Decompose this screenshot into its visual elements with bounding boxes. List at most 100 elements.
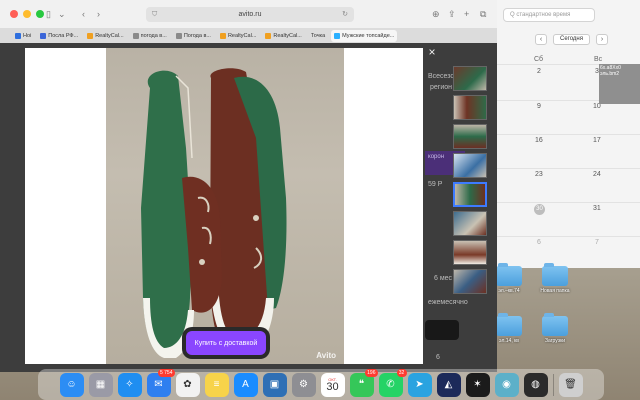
finder-icon: ☺ bbox=[66, 379, 77, 390]
desktop-folder[interactable]: Загрузки bbox=[530, 313, 580, 344]
bg-text: 6 мес bbox=[434, 275, 453, 282]
browser-tab[interactable]: RealtyCal... bbox=[217, 30, 259, 42]
calendar-search-field[interactable]: Q стандартное время bbox=[503, 8, 595, 22]
sidebar-icon[interactable]: ▯ bbox=[46, 9, 51, 19]
reload-icon[interactable]: ↻ bbox=[342, 7, 348, 22]
thumbnail[interactable] bbox=[453, 211, 487, 236]
app-16-icon: ◉ bbox=[502, 379, 511, 390]
notification-badge: 196 bbox=[365, 368, 378, 377]
calendar-day[interactable]: 24 bbox=[593, 171, 601, 178]
privacy-shield-icon: ⛉ bbox=[152, 11, 158, 18]
appstore-app[interactable]: A bbox=[233, 372, 258, 397]
tab-favicon bbox=[219, 32, 226, 39]
photos-app[interactable]: ✿ bbox=[175, 372, 200, 397]
close-window-button[interactable] bbox=[10, 10, 18, 18]
calendar-day[interactable]: 2 bbox=[537, 68, 541, 75]
calendar-day[interactable]: 23 bbox=[535, 171, 543, 178]
thumbnail[interactable] bbox=[453, 95, 487, 120]
thumbnail[interactable] bbox=[453, 240, 487, 265]
calendar-today-button[interactable]: Сегодня bbox=[553, 34, 590, 45]
photos-icon: ✿ bbox=[183, 379, 192, 390]
tab-overview-icon[interactable]: ⧉ bbox=[480, 9, 486, 19]
calendar-day[interactable]: 10 bbox=[593, 103, 601, 110]
app-14-icon: ◭ bbox=[444, 379, 453, 390]
folder-icon bbox=[542, 263, 568, 286]
bg-dark-button bbox=[425, 320, 459, 340]
minimize-window-button[interactable] bbox=[23, 10, 31, 18]
calendar-event[interactable]: 6x.a8Xx0 эль.bm2 bbox=[599, 64, 640, 104]
notes-app[interactable]: ≡ bbox=[204, 372, 229, 397]
browser-tab[interactable]: погода в... bbox=[130, 30, 170, 42]
bg-text: 6 bbox=[436, 354, 440, 361]
trash-icon: 🗑 bbox=[564, 379, 577, 390]
mail-app[interactable]: ✉ 5 754 bbox=[146, 368, 175, 397]
tab-favicon bbox=[334, 32, 341, 39]
tab-favicon bbox=[132, 32, 139, 39]
calendar-next-button[interactable]: › bbox=[596, 34, 608, 45]
trash-app[interactable]: 🗑 bbox=[558, 372, 583, 397]
share-icon[interactable]: ⇪ bbox=[448, 9, 456, 19]
browser-toolbar: ▯ ⌄ ‹ › ⛉ avito.ru ↻ ⊕ ⇪ + ⧉ bbox=[0, 0, 497, 28]
thumbnail[interactable] bbox=[453, 124, 487, 149]
browser-tab[interactable]: Точка bbox=[308, 30, 328, 42]
app-17-icon: ◍ bbox=[531, 379, 540, 390]
messages-app[interactable]: ❝ 196 bbox=[349, 368, 378, 397]
browser-tab[interactable]: Погода в... bbox=[173, 30, 214, 42]
calendar-day[interactable]: 9 bbox=[537, 103, 541, 110]
remote-app[interactable]: ▣ bbox=[262, 372, 287, 397]
calendar-prev-button[interactable]: ‹ bbox=[535, 34, 547, 45]
browser-tab[interactable]: Ноі bbox=[12, 30, 34, 42]
calendar-app[interactable]: ОКТ. 30 bbox=[320, 372, 345, 397]
launchpad-app[interactable]: ▦ bbox=[88, 372, 113, 397]
bg-text: 59 Р bbox=[428, 181, 443, 188]
thumbnail[interactable] bbox=[453, 153, 487, 178]
chevron-down-icon[interactable]: ⌄ bbox=[58, 9, 66, 19]
finder-app[interactable]: ☺ bbox=[59, 372, 84, 397]
app-15[interactable]: ✶ bbox=[465, 372, 490, 397]
new-tab-icon[interactable]: + bbox=[464, 9, 469, 19]
safari-icon: ✧ bbox=[125, 379, 134, 390]
remote-icon: ▣ bbox=[269, 379, 280, 390]
browser-tab[interactable]: RealtyCal... bbox=[84, 30, 126, 42]
calendar-day[interactable]: 16 bbox=[535, 137, 543, 144]
bg-text: ежемесячно bbox=[428, 299, 468, 306]
browser-tab-active[interactable]: Мужские топсайде... bbox=[331, 29, 398, 42]
settings-app[interactable]: ⚙ bbox=[291, 372, 316, 397]
browser-tab[interactable]: RealtyCal... bbox=[262, 30, 304, 42]
zoom-window-button[interactable] bbox=[36, 10, 44, 18]
thumbnail-strip bbox=[453, 66, 489, 298]
calendar-day[interactable]: 17 bbox=[593, 137, 601, 144]
calendar-day-selected[interactable]: 30 bbox=[534, 204, 545, 215]
address-url: avito.ru bbox=[238, 11, 262, 18]
folder-icon bbox=[496, 313, 522, 336]
thumbnail[interactable] bbox=[453, 66, 487, 91]
tab-bar: Ноі Посла РФ... RealtyCal... погода в...… bbox=[0, 28, 497, 43]
whatsapp-app[interactable]: ✆ 32 bbox=[378, 368, 407, 397]
dock: ☺ ▦ ✧ ✉ 5 754 ✿ ≡ A ▣ ⚙ ОКТ. 30 ❝ 196 ✆ 32 ➤ ◭ ✶ ◉ ◍ 🗑 bbox=[38, 368, 604, 400]
folder-icon bbox=[496, 263, 522, 286]
calendar-col-saturday: Сб bbox=[534, 56, 544, 63]
app-16[interactable]: ◉ bbox=[494, 372, 519, 397]
back-icon[interactable]: ‹ bbox=[82, 9, 85, 19]
telegram-app[interactable]: ➤ bbox=[407, 372, 432, 397]
close-viewer-button[interactable]: × bbox=[426, 46, 438, 58]
forward-icon[interactable]: › bbox=[97, 9, 100, 19]
app-14[interactable]: ◭ bbox=[436, 372, 461, 397]
thumbnail[interactable] bbox=[453, 269, 487, 294]
calendar-day[interactable]: 7 bbox=[595, 239, 599, 246]
messages-icon: ❝ bbox=[358, 379, 365, 390]
whatsapp-icon: ✆ bbox=[386, 379, 395, 390]
calendar-day[interactable]: 31 bbox=[593, 205, 601, 212]
calendar-day[interactable]: 6 bbox=[537, 239, 541, 246]
thumbnail-active[interactable] bbox=[453, 182, 487, 207]
app-17[interactable]: ◍ bbox=[523, 372, 548, 397]
safari-app[interactable]: ✧ bbox=[117, 372, 142, 397]
browser-tab[interactable]: Посла РФ... bbox=[37, 30, 81, 42]
desktop-folder[interactable]: Новая папка bbox=[530, 263, 580, 294]
product-photo[interactable]: Avito bbox=[106, 48, 344, 364]
address-bar[interactable]: ⛉ avito.ru ↻ bbox=[146, 7, 354, 22]
download-icon[interactable]: ⊕ bbox=[432, 9, 440, 19]
folder-icon bbox=[542, 313, 568, 336]
app-15-icon: ✶ bbox=[473, 379, 482, 390]
buy-with-delivery-button[interactable]: Купить с доставкой bbox=[186, 331, 266, 355]
